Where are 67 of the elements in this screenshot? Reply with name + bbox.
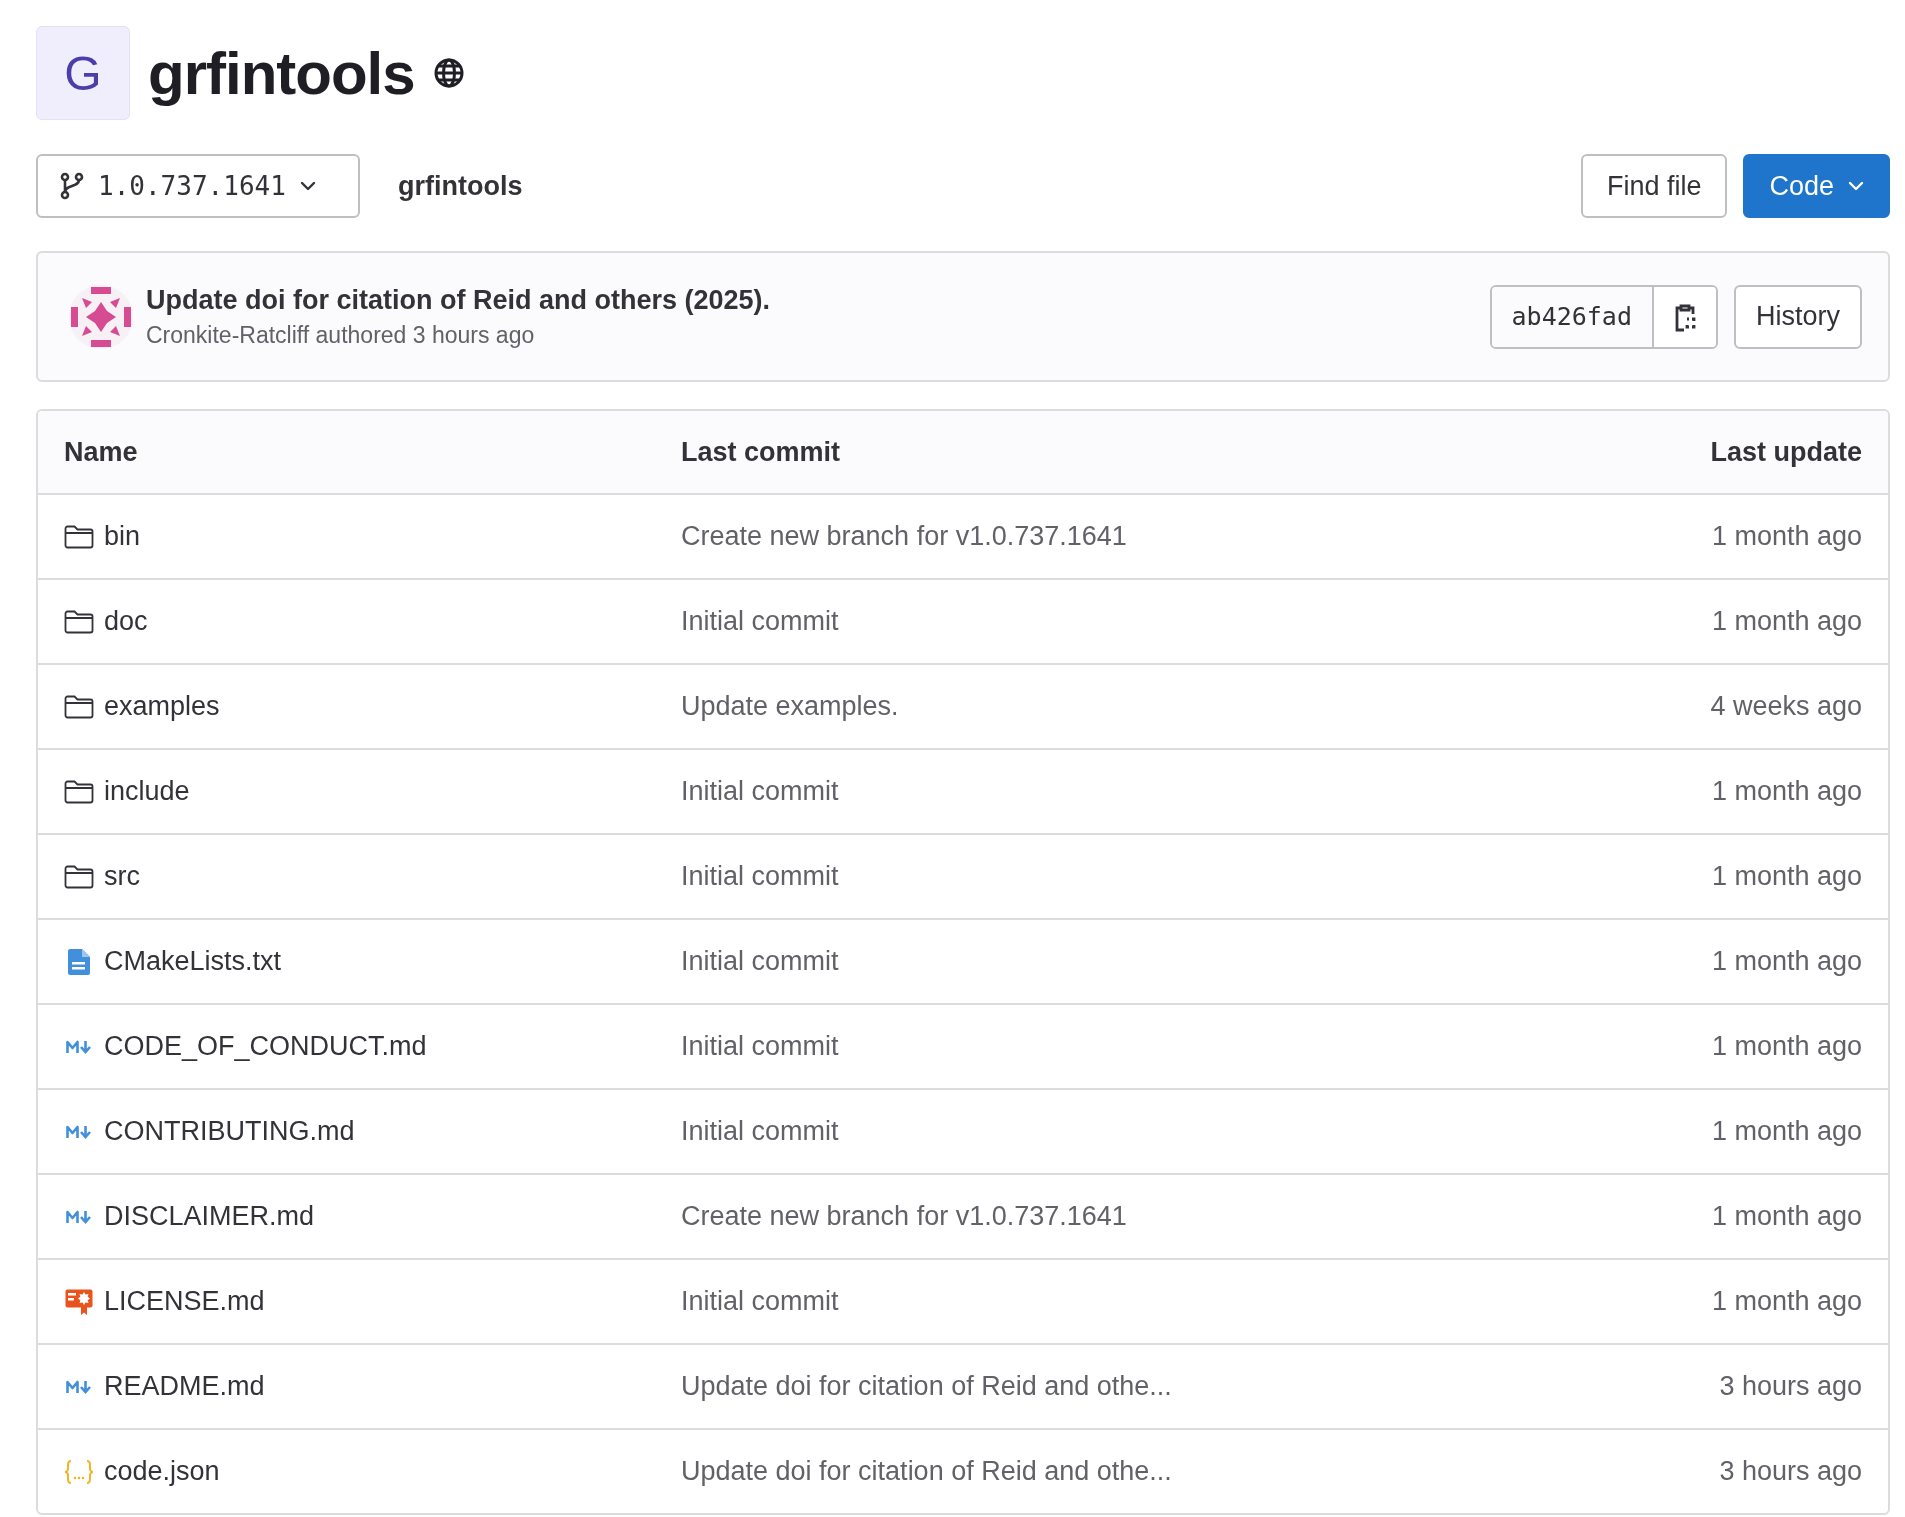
identicon-avatar bbox=[68, 283, 134, 350]
file-link[interactable]: README.md bbox=[104, 1371, 265, 1402]
commit-message-link[interactable]: Initial commit bbox=[681, 1286, 1712, 1317]
chevron-down-icon bbox=[299, 181, 316, 191]
commit-message-link[interactable]: Initial commit bbox=[681, 1031, 1712, 1062]
update-time: 4 weeks ago bbox=[1710, 691, 1862, 722]
folder-icon bbox=[64, 524, 94, 549]
folder-link[interactable]: bin bbox=[104, 521, 141, 552]
commit-message-link[interactable]: Initial commit bbox=[681, 776, 1712, 807]
commit-message-link[interactable]: Initial commit bbox=[681, 861, 1712, 892]
certificate-icon bbox=[65, 1288, 93, 1315]
document-icon bbox=[68, 948, 90, 975]
markdown-icon bbox=[66, 1039, 92, 1054]
commit-byline: Cronkite-Ratcliff authored 3 hours ago bbox=[146, 321, 536, 349]
folder-link[interactable]: examples bbox=[104, 691, 220, 722]
markdown-icon bbox=[66, 1209, 92, 1224]
update-time: 3 hours ago bbox=[1719, 1371, 1862, 1402]
column-header: Last commit bbox=[681, 436, 842, 468]
globe-icon bbox=[432, 57, 465, 89]
markdown-icon bbox=[66, 1379, 92, 1394]
chevron-down-icon bbox=[1848, 181, 1864, 191]
markdown-icon bbox=[66, 1124, 92, 1139]
file-link[interactable]: CONTRIBUTING.md bbox=[104, 1116, 355, 1147]
copy-button[interactable] bbox=[1654, 286, 1716, 347]
folder-icon bbox=[64, 609, 94, 634]
commit-message-link[interactable]: Initial commit bbox=[681, 946, 1712, 977]
update-time: 1 month ago bbox=[1711, 861, 1862, 892]
commit-message-link[interactable]: Update examples. bbox=[681, 691, 1711, 722]
update-time: 1 month ago bbox=[1711, 1031, 1862, 1062]
column-header: Name bbox=[64, 436, 139, 468]
file-link[interactable]: code.json bbox=[104, 1456, 220, 1487]
braces-icon bbox=[64, 1458, 94, 1485]
project-title: grfintools bbox=[148, 38, 415, 108]
folder-link[interactable]: include bbox=[104, 776, 190, 807]
project-avatar: G bbox=[36, 26, 130, 120]
folder-icon bbox=[64, 779, 94, 804]
column-header: Last update bbox=[1710, 436, 1862, 468]
update-time: 1 month ago bbox=[1711, 1116, 1862, 1147]
commit-message-link[interactable]: Update doi for citation of Reid and others (2025). bbox=[146, 284, 1490, 316]
folder-icon bbox=[64, 694, 94, 719]
breadcrumb-link[interactable]: grfintools bbox=[398, 170, 523, 202]
commit-sha[interactable]: ab426fad bbox=[1491, 286, 1654, 347]
commit-message-link[interactable]: Initial commit bbox=[681, 1116, 1712, 1147]
folder-link[interactable]: src bbox=[104, 861, 140, 892]
file-link[interactable]: CMakeLists.txt bbox=[104, 946, 282, 977]
commit-message-link[interactable]: Create new branch for v1.0.737.1641 bbox=[681, 521, 1712, 552]
find-file-button[interactable]: Find file bbox=[1580, 154, 1728, 218]
branch-icon bbox=[60, 172, 84, 200]
code-dropdown-button[interactable]: Code bbox=[1743, 154, 1890, 218]
commit-message-link[interactable]: Update doi for citation of Reid and othe... bbox=[681, 1371, 1720, 1402]
branch-selector[interactable]: 1.0.737.1641 bbox=[36, 154, 360, 218]
commit-message-link[interactable]: Create new branch for v1.0.737.1641 bbox=[681, 1201, 1712, 1232]
update-time: 1 month ago bbox=[1711, 1201, 1862, 1232]
commit-message-link[interactable]: Initial commit bbox=[681, 606, 1712, 637]
folder-link[interactable]: doc bbox=[104, 606, 148, 637]
folder-icon bbox=[64, 864, 94, 889]
update-time: 1 month ago bbox=[1711, 1286, 1862, 1317]
update-time: 3 hours ago bbox=[1719, 1456, 1862, 1487]
update-time: 1 month ago bbox=[1711, 521, 1862, 552]
file-link[interactable]: DISCLAIMER.md bbox=[104, 1201, 315, 1232]
history-button[interactable]: History bbox=[1734, 284, 1862, 349]
file-link[interactable]: LICENSE.md bbox=[104, 1286, 265, 1317]
update-time: 1 month ago bbox=[1711, 776, 1862, 807]
update-time: 1 month ago bbox=[1711, 606, 1862, 637]
commit-message-link[interactable]: Update doi for citation of Reid and othe... bbox=[681, 1456, 1720, 1487]
update-time: 1 month ago bbox=[1711, 946, 1862, 977]
file-link[interactable]: CODE_OF_CONDUCT.md bbox=[104, 1031, 427, 1062]
